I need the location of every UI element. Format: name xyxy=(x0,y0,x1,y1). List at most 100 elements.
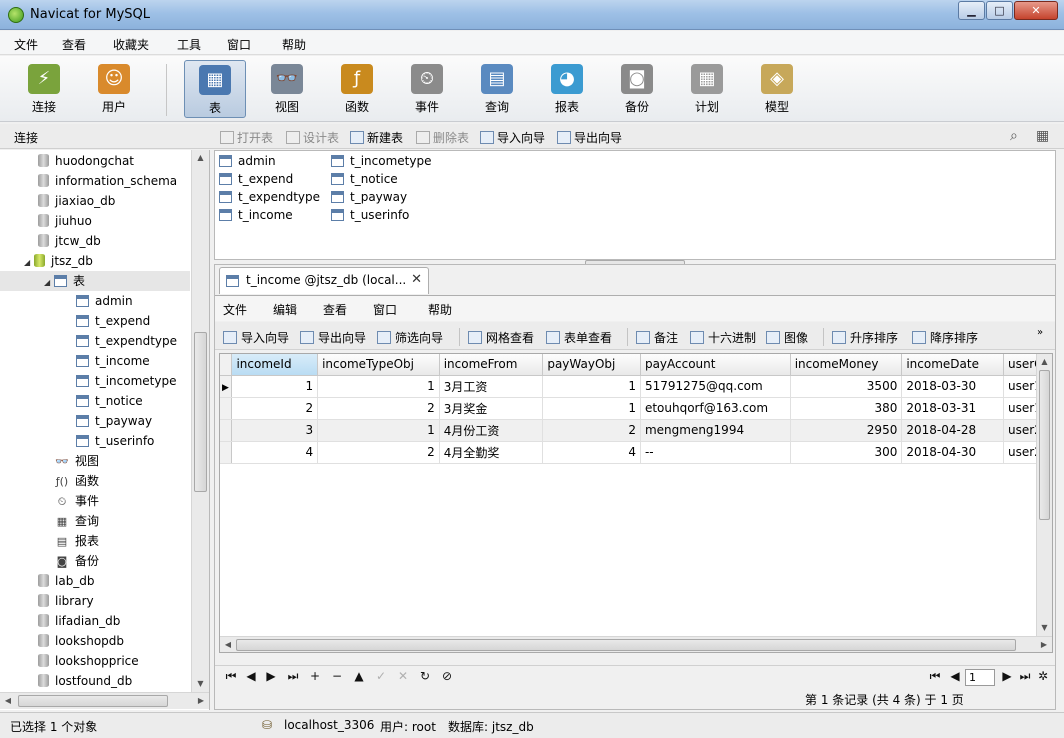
menu-tools[interactable]: 工具 xyxy=(177,36,201,53)
minimize-button[interactable]: ▁ xyxy=(958,1,985,20)
menu-help[interactable]: 帮助 xyxy=(282,36,306,53)
grid-cell[interactable]: 51791275@qq.com xyxy=(640,375,791,398)
next-record-icon[interactable]: ▶ xyxy=(263,669,279,683)
menu-favorites[interactable]: 收藏夹 xyxy=(113,36,149,53)
tree-node-tables[interactable]: ◢ 表 xyxy=(0,271,190,291)
object-table-t-notice[interactable]: t_notice xyxy=(331,170,398,188)
refresh-icon[interactable]: ↻ xyxy=(417,669,433,683)
tree-node-backups[interactable]: ◙ 备份 xyxy=(0,551,190,571)
tree-db-jtcw-db[interactable]: jtcw_db xyxy=(0,231,190,251)
tree-node-views[interactable]: 👓 视图 xyxy=(0,451,190,471)
table-export-wizard-button[interactable]: 导出向导 xyxy=(300,329,366,346)
toolbar-event-button[interactable]: ⏲ 事件 xyxy=(396,60,458,118)
grid-cell[interactable]: 4 xyxy=(542,441,641,464)
first-record-icon[interactable]: ⏮ xyxy=(223,669,239,684)
grid-view-icon[interactable]: ▦ xyxy=(1036,128,1052,144)
table-menu-file[interactable]: 文件 xyxy=(223,301,247,318)
row-selector[interactable] xyxy=(220,397,233,420)
table-import-wizard-button[interactable]: 导入向导 xyxy=(223,329,289,346)
scroll-up-arrow-icon[interactable]: ▲ xyxy=(192,150,209,166)
tree-table-t-expend[interactable]: t_expend xyxy=(0,311,190,331)
tree-table-t-userinfo[interactable]: t_userinfo xyxy=(0,431,190,451)
grid-cell[interactable]: 2 xyxy=(317,397,440,420)
scroll-down-arrow-icon[interactable]: ▼ xyxy=(1037,620,1052,636)
grid-cell[interactable]: 3500 xyxy=(790,375,903,398)
table-menu-window[interactable]: 窗口 xyxy=(373,301,397,318)
grid-cell[interactable]: 380 xyxy=(790,397,903,420)
delete-record-icon[interactable]: − xyxy=(329,669,345,683)
grid-cell[interactable]: mengmeng1994 xyxy=(640,419,791,442)
grid-cell[interactable]: 2 xyxy=(542,419,641,442)
column-header[interactable]: incomeTypeObj xyxy=(317,354,440,376)
tree-hscroll-thumb[interactable] xyxy=(18,695,168,707)
tree-table-t-expendtype[interactable]: t_expendtype xyxy=(0,331,190,351)
tree-db-jtsz-db[interactable]: ◢ jtsz_db xyxy=(0,251,190,271)
grid-scroll-thumb[interactable] xyxy=(1039,370,1050,520)
new-table-button[interactable]: 新建表 xyxy=(350,129,403,146)
object-table-t-expend[interactable]: t_expend xyxy=(219,170,293,188)
table-row[interactable]: 4 2 4月全勤奖 4 -- 300 2018-04-30 user2 xyxy=(220,441,1052,464)
row-selector[interactable] xyxy=(220,419,233,442)
table-menu-view[interactable]: 查看 xyxy=(323,301,347,318)
toolbar-schedule-button[interactable]: ▦ 计划 xyxy=(676,60,738,118)
page-number-input[interactable] xyxy=(965,669,995,686)
import-wizard-button[interactable]: 导入向导 xyxy=(480,129,545,146)
page-settings-icon[interactable]: ✲ xyxy=(1035,669,1051,683)
next-page-icon[interactable]: ▶ xyxy=(999,669,1015,683)
tree-vertical-scrollbar[interactable]: ▲ ▼ xyxy=(191,150,209,692)
image-button[interactable]: 图像 xyxy=(766,329,808,346)
maximize-button[interactable]: □ xyxy=(986,1,1013,20)
column-header[interactable]: payAccount xyxy=(640,354,791,376)
object-table-t-incometype[interactable]: t_incometype xyxy=(331,152,431,170)
scroll-left-arrow-icon[interactable]: ◀ xyxy=(220,637,236,652)
delete-table-button[interactable]: 删除表 xyxy=(416,129,469,146)
tree-scroll-thumb[interactable] xyxy=(194,332,207,492)
grid-cell[interactable]: 300 xyxy=(790,441,903,464)
table-row[interactable]: ▶ 1 1 3月工资 1 51791275@qq.com 3500 2018-0… xyxy=(220,375,1052,398)
grid-cell[interactable]: 1 xyxy=(317,375,440,398)
grid-cell[interactable]: 2018-03-31 xyxy=(901,397,1004,420)
table-row[interactable]: 2 2 3月奖金 1 etouhqorf@163.com 380 2018-03… xyxy=(220,397,1052,420)
tree-db-huodongchat[interactable]: huodongchat xyxy=(0,151,190,171)
scroll-right-arrow-icon[interactable]: ▶ xyxy=(193,693,209,709)
column-header[interactable]: payWayObj xyxy=(542,354,641,376)
tree-db-lifadian-db[interactable]: lifadian_db xyxy=(0,611,190,631)
column-header[interactable]: incomeMoney xyxy=(790,354,903,376)
grid-cell[interactable]: 2 xyxy=(231,397,319,420)
open-table-button[interactable]: 打开表 xyxy=(220,129,273,146)
tree-db-information-schema[interactable]: information_schema xyxy=(0,171,190,191)
tree-db-lookshopdb[interactable]: lookshopdb xyxy=(0,631,190,651)
table-row[interactable]: 3 1 4月份工资 2 mengmeng1994 2950 2018-04-28… xyxy=(220,419,1052,442)
grid-cell[interactable]: 2950 xyxy=(790,419,903,442)
expanded-arrow-icon[interactable]: ◢ xyxy=(44,273,54,293)
sort-ascending-button[interactable]: 升序排序 xyxy=(832,329,898,346)
tree-db-jiaxiao-db[interactable]: jiaxiao_db xyxy=(0,191,190,211)
grid-cell[interactable]: 2018-04-30 xyxy=(901,441,1004,464)
toolbar-view-button[interactable]: 👓 视图 xyxy=(256,60,318,118)
tree-db-lab-db[interactable]: lab_db xyxy=(0,571,190,591)
search-icon[interactable]: ⌕ xyxy=(1010,128,1026,144)
toolbar-connection-button[interactable]: ⚡ 连接 xyxy=(13,60,75,118)
grid-cell[interactable]: 3月工资 xyxy=(439,375,544,398)
toolbar-model-button[interactable]: ◈ 模型 xyxy=(746,60,808,118)
grid-cell[interactable]: 2018-04-28 xyxy=(901,419,1004,442)
close-button[interactable]: ✕ xyxy=(1014,1,1058,20)
grid-cell[interactable]: 1 xyxy=(542,397,641,420)
tree-table-t-income[interactable]: t_income xyxy=(0,351,190,371)
prev-record-icon[interactable]: ◀ xyxy=(243,669,259,683)
memo-button[interactable]: 备注 xyxy=(636,329,678,346)
filter-wizard-button[interactable]: 筛选向导 xyxy=(377,329,443,346)
design-table-button[interactable]: 设计表 xyxy=(286,129,339,146)
prev-page-icon[interactable]: ◀ xyxy=(947,669,963,683)
stop-icon[interactable]: ⊘ xyxy=(439,669,455,683)
object-table-t-payway[interactable]: t_payway xyxy=(331,188,407,206)
first-page-icon[interactable]: ⏮ xyxy=(927,669,943,684)
form-view-button[interactable]: 表单查看 xyxy=(546,329,612,346)
add-record-icon[interactable]: + xyxy=(307,669,323,683)
menu-window[interactable]: 窗口 xyxy=(227,36,251,53)
grid-cell[interactable]: 4 xyxy=(231,441,319,464)
grid-cell[interactable]: 4月全勤奖 xyxy=(439,441,544,464)
grid-cell[interactable]: 1 xyxy=(542,375,641,398)
hex-button[interactable]: 十六进制 xyxy=(690,329,756,346)
grid-cell[interactable]: -- xyxy=(640,441,791,464)
